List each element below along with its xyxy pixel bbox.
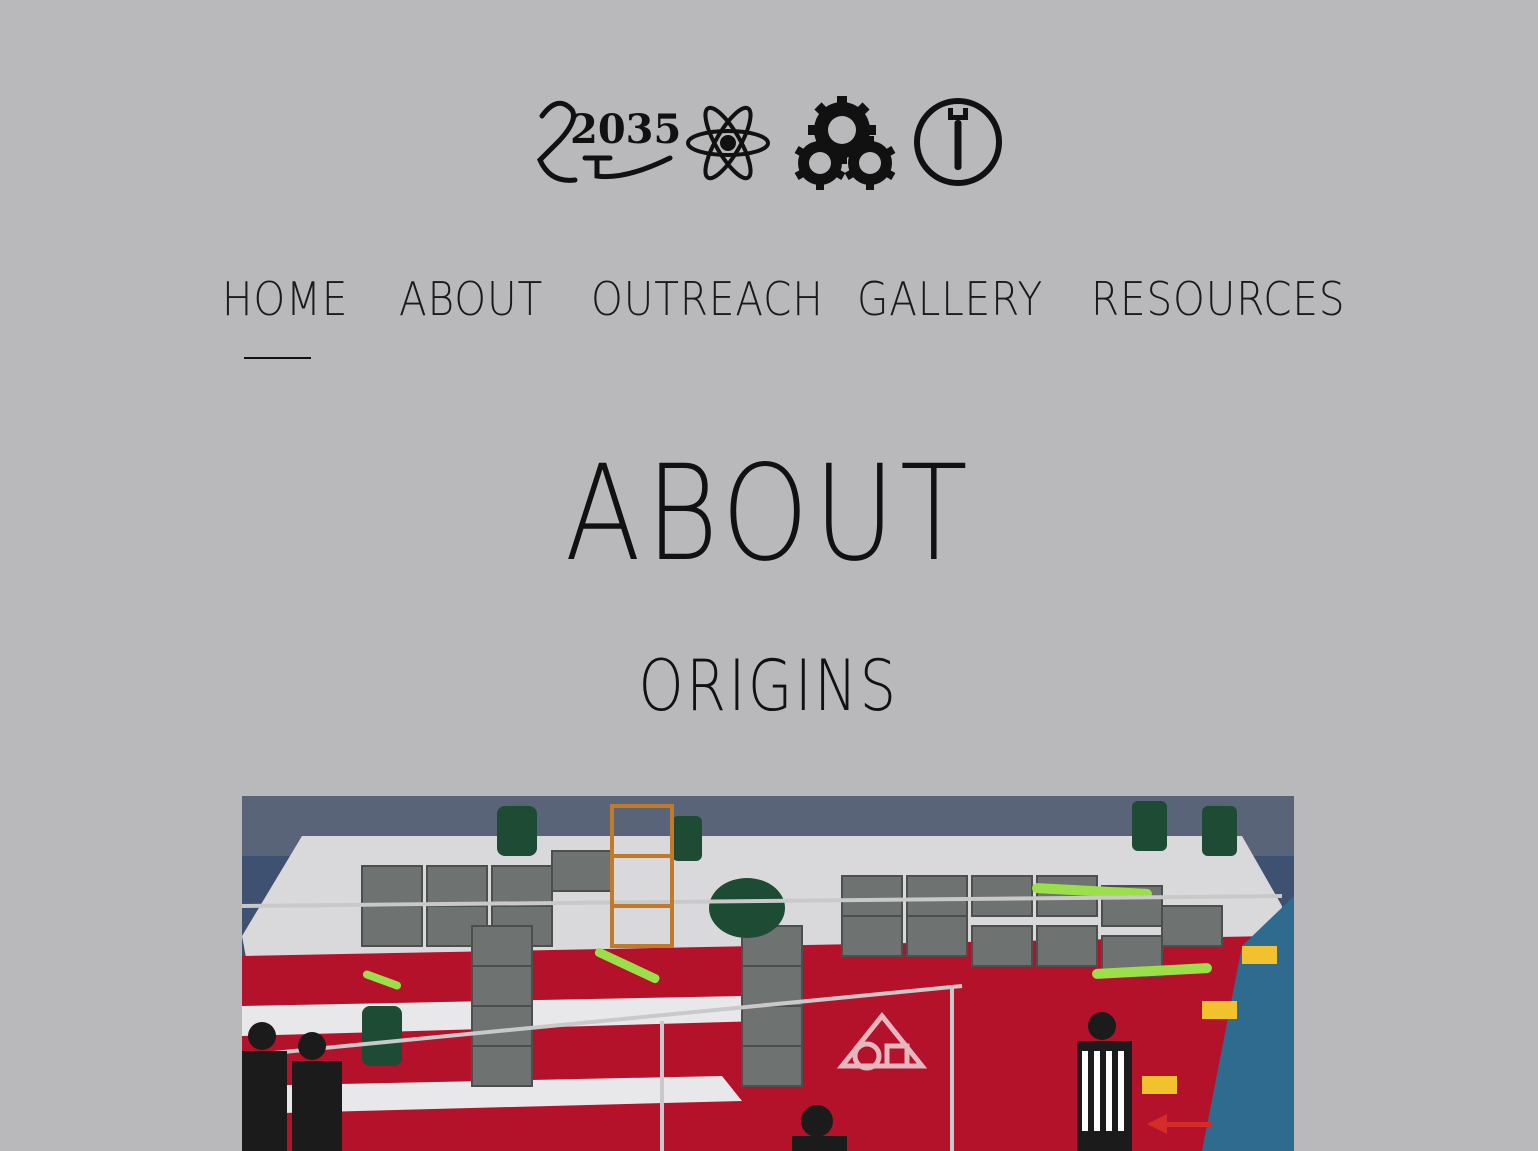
page-title: ABOUT [0, 437, 1538, 591]
nav-item-home[interactable]: HOME [222, 272, 348, 326]
nav-item-gallery[interactable]: GALLERY [857, 272, 1043, 326]
logo-row: 2035 [0, 88, 1538, 193]
nav-active-indicator [244, 357, 311, 359]
section-title: ORIGINS [0, 648, 1538, 725]
team-logo[interactable]: 2035 [530, 88, 1010, 193]
competition-photo [242, 796, 1294, 1151]
page-title-text: ABOUT [565, 437, 973, 591]
gears-icon [794, 96, 896, 190]
page: 2035 HOME ABOUT OUTREACH GALLERY RESOURC… [0, 0, 1538, 1151]
svg-text:2035: 2035 [570, 106, 681, 153]
nav-item-about[interactable]: ABOUT [399, 272, 543, 326]
competition-photo-image [242, 796, 1294, 1151]
main-nav: HOME ABOUT OUTREACH GALLERY RESOURCES [0, 272, 1538, 332]
section-title-text: ORIGINS [638, 645, 899, 727]
atom-icon [686, 105, 770, 181]
team-2035-glyph-icon: 2035 [537, 100, 681, 183]
nav-item-resources[interactable]: RESOURCES [1091, 272, 1345, 326]
nav-item-outreach[interactable]: OUTREACH [591, 272, 824, 326]
wrench-circle-icon [914, 98, 1002, 186]
